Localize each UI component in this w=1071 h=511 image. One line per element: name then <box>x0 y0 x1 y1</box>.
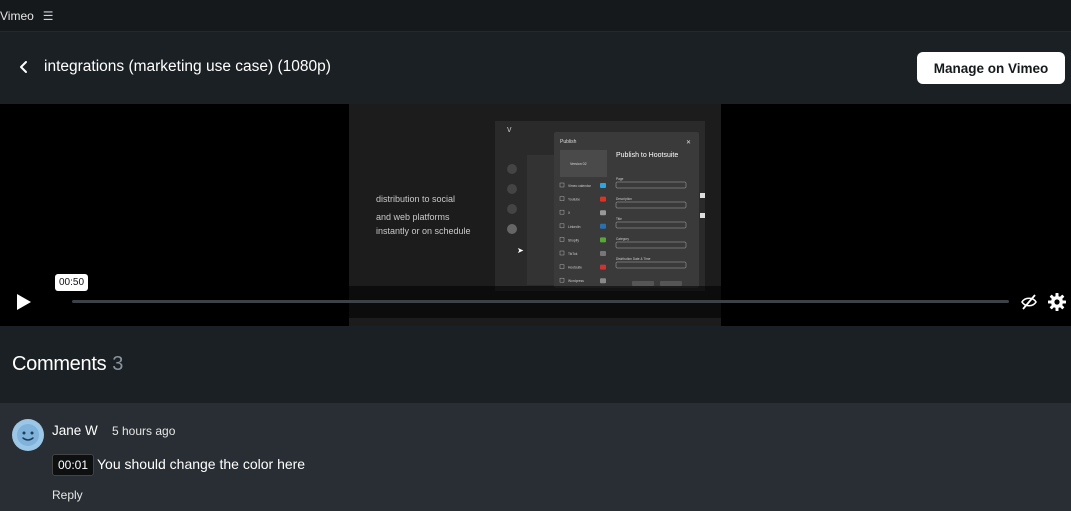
modal-checkbox <box>559 196 565 201</box>
hover-time-tooltip: 00:50 <box>55 274 88 291</box>
modal-field-label: Category <box>616 237 629 241</box>
video-player[interactable]: distribution to social and web platforms… <box>0 104 1071 326</box>
top-bar: Vimeo ☰ <box>0 0 1071 32</box>
chevron-left-icon <box>20 61 27 73</box>
modal-field-input <box>615 241 687 249</box>
modal-field-input <box>615 261 687 269</box>
gear-icon <box>1048 293 1066 311</box>
modal-platform-icon <box>600 278 606 284</box>
captions-off-icon <box>1021 294 1037 310</box>
modal-platform-icon <box>600 264 606 270</box>
comments-count: 3 <box>112 353 124 375</box>
modal-platform-icon <box>600 210 606 216</box>
reply-button[interactable]: Reply <box>52 488 83 502</box>
page-title: integrations (marketing use case) (1080p… <box>44 58 331 75</box>
modal-platform-icon <box>600 237 606 243</box>
modal-platform-icon <box>600 251 606 256</box>
comment-item: Jane W 5 hours ago 00:01 You should chan… <box>0 403 1071 511</box>
modal-checkbox <box>559 277 565 283</box>
comment-text: You should change the color here <box>97 456 306 472</box>
modal-platform-icon <box>600 196 606 202</box>
modal-platform-icon <box>600 223 606 229</box>
modal-checkbox <box>559 264 565 269</box>
play-button[interactable] <box>14 293 34 311</box>
modal-checkbox <box>559 237 565 242</box>
modal-field-label: Page <box>616 177 624 181</box>
comments-heading: Comments 3 <box>12 353 123 376</box>
video-caption-line: instantly or on schedule <box>376 226 471 236</box>
comment-timestamp-chip[interactable]: 00:01 <box>52 454 95 476</box>
comment-author: Jane W <box>52 423 98 438</box>
modal-platform-label: Youtube <box>568 198 580 202</box>
modal-field-label: Description <box>616 197 632 201</box>
settings-button[interactable] <box>1047 292 1067 312</box>
video-caption-line: distribution to social <box>376 194 456 204</box>
avatar <box>12 419 44 451</box>
captions-button[interactable] <box>1019 293 1039 311</box>
modal-checkbox <box>559 209 565 215</box>
manage-on-vimeo-button[interactable]: Manage on Vimeo <box>917 52 1065 84</box>
publish-modal-mock: Publish ✕ Version 02 Publish to Hootsuit… <box>554 132 699 288</box>
smiley-avatar-icon <box>17 424 39 446</box>
modal-platform-label: Vimeo calendar <box>568 184 592 188</box>
modal-platform-label: LinkedIn <box>568 225 581 229</box>
comments-section: Comments 3 <box>0 326 1071 403</box>
modal-field-input <box>615 221 687 229</box>
modal-field-label: Distribution Date & Time <box>616 257 651 261</box>
modal-checkbox <box>559 223 565 229</box>
play-icon <box>17 294 31 310</box>
svg-text:✕: ✕ <box>686 140 691 146</box>
menu-icon[interactable]: ☰ <box>43 9 54 23</box>
modal-platform-label: Shopify <box>568 238 579 242</box>
modal-platform-label: TikTok <box>568 252 578 256</box>
modal-checkbox <box>559 250 565 256</box>
app-name: Vimeo <box>0 8 34 23</box>
modal-platform-label: X <box>568 211 571 215</box>
modal-field-label: Title <box>616 217 622 221</box>
modal-thumb-label: Version 02 <box>570 162 587 166</box>
modal-heading-line: Publish to Hootsuite <box>616 152 678 159</box>
modal-platform-label: Hootsuite <box>568 266 582 270</box>
modal-field-input <box>615 201 687 209</box>
modal-label: Publish <box>560 139 577 145</box>
modal-platform-icon <box>600 183 606 188</box>
comment-time: 5 hours ago <box>112 424 176 438</box>
modal-platform-label: Wordpress <box>568 279 584 283</box>
video-caption-line: and web platforms <box>376 212 450 222</box>
modal-field-input <box>615 181 687 189</box>
video-header: integrations (marketing use case) (1080p… <box>0 32 1071 104</box>
modal-checkbox <box>559 182 565 188</box>
progress-bar[interactable] <box>72 300 1009 303</box>
comments-title: Comments <box>12 353 107 375</box>
back-button[interactable] <box>14 57 34 77</box>
cursor-icon: ➤ <box>517 246 524 255</box>
svg-text:v: v <box>507 124 512 134</box>
